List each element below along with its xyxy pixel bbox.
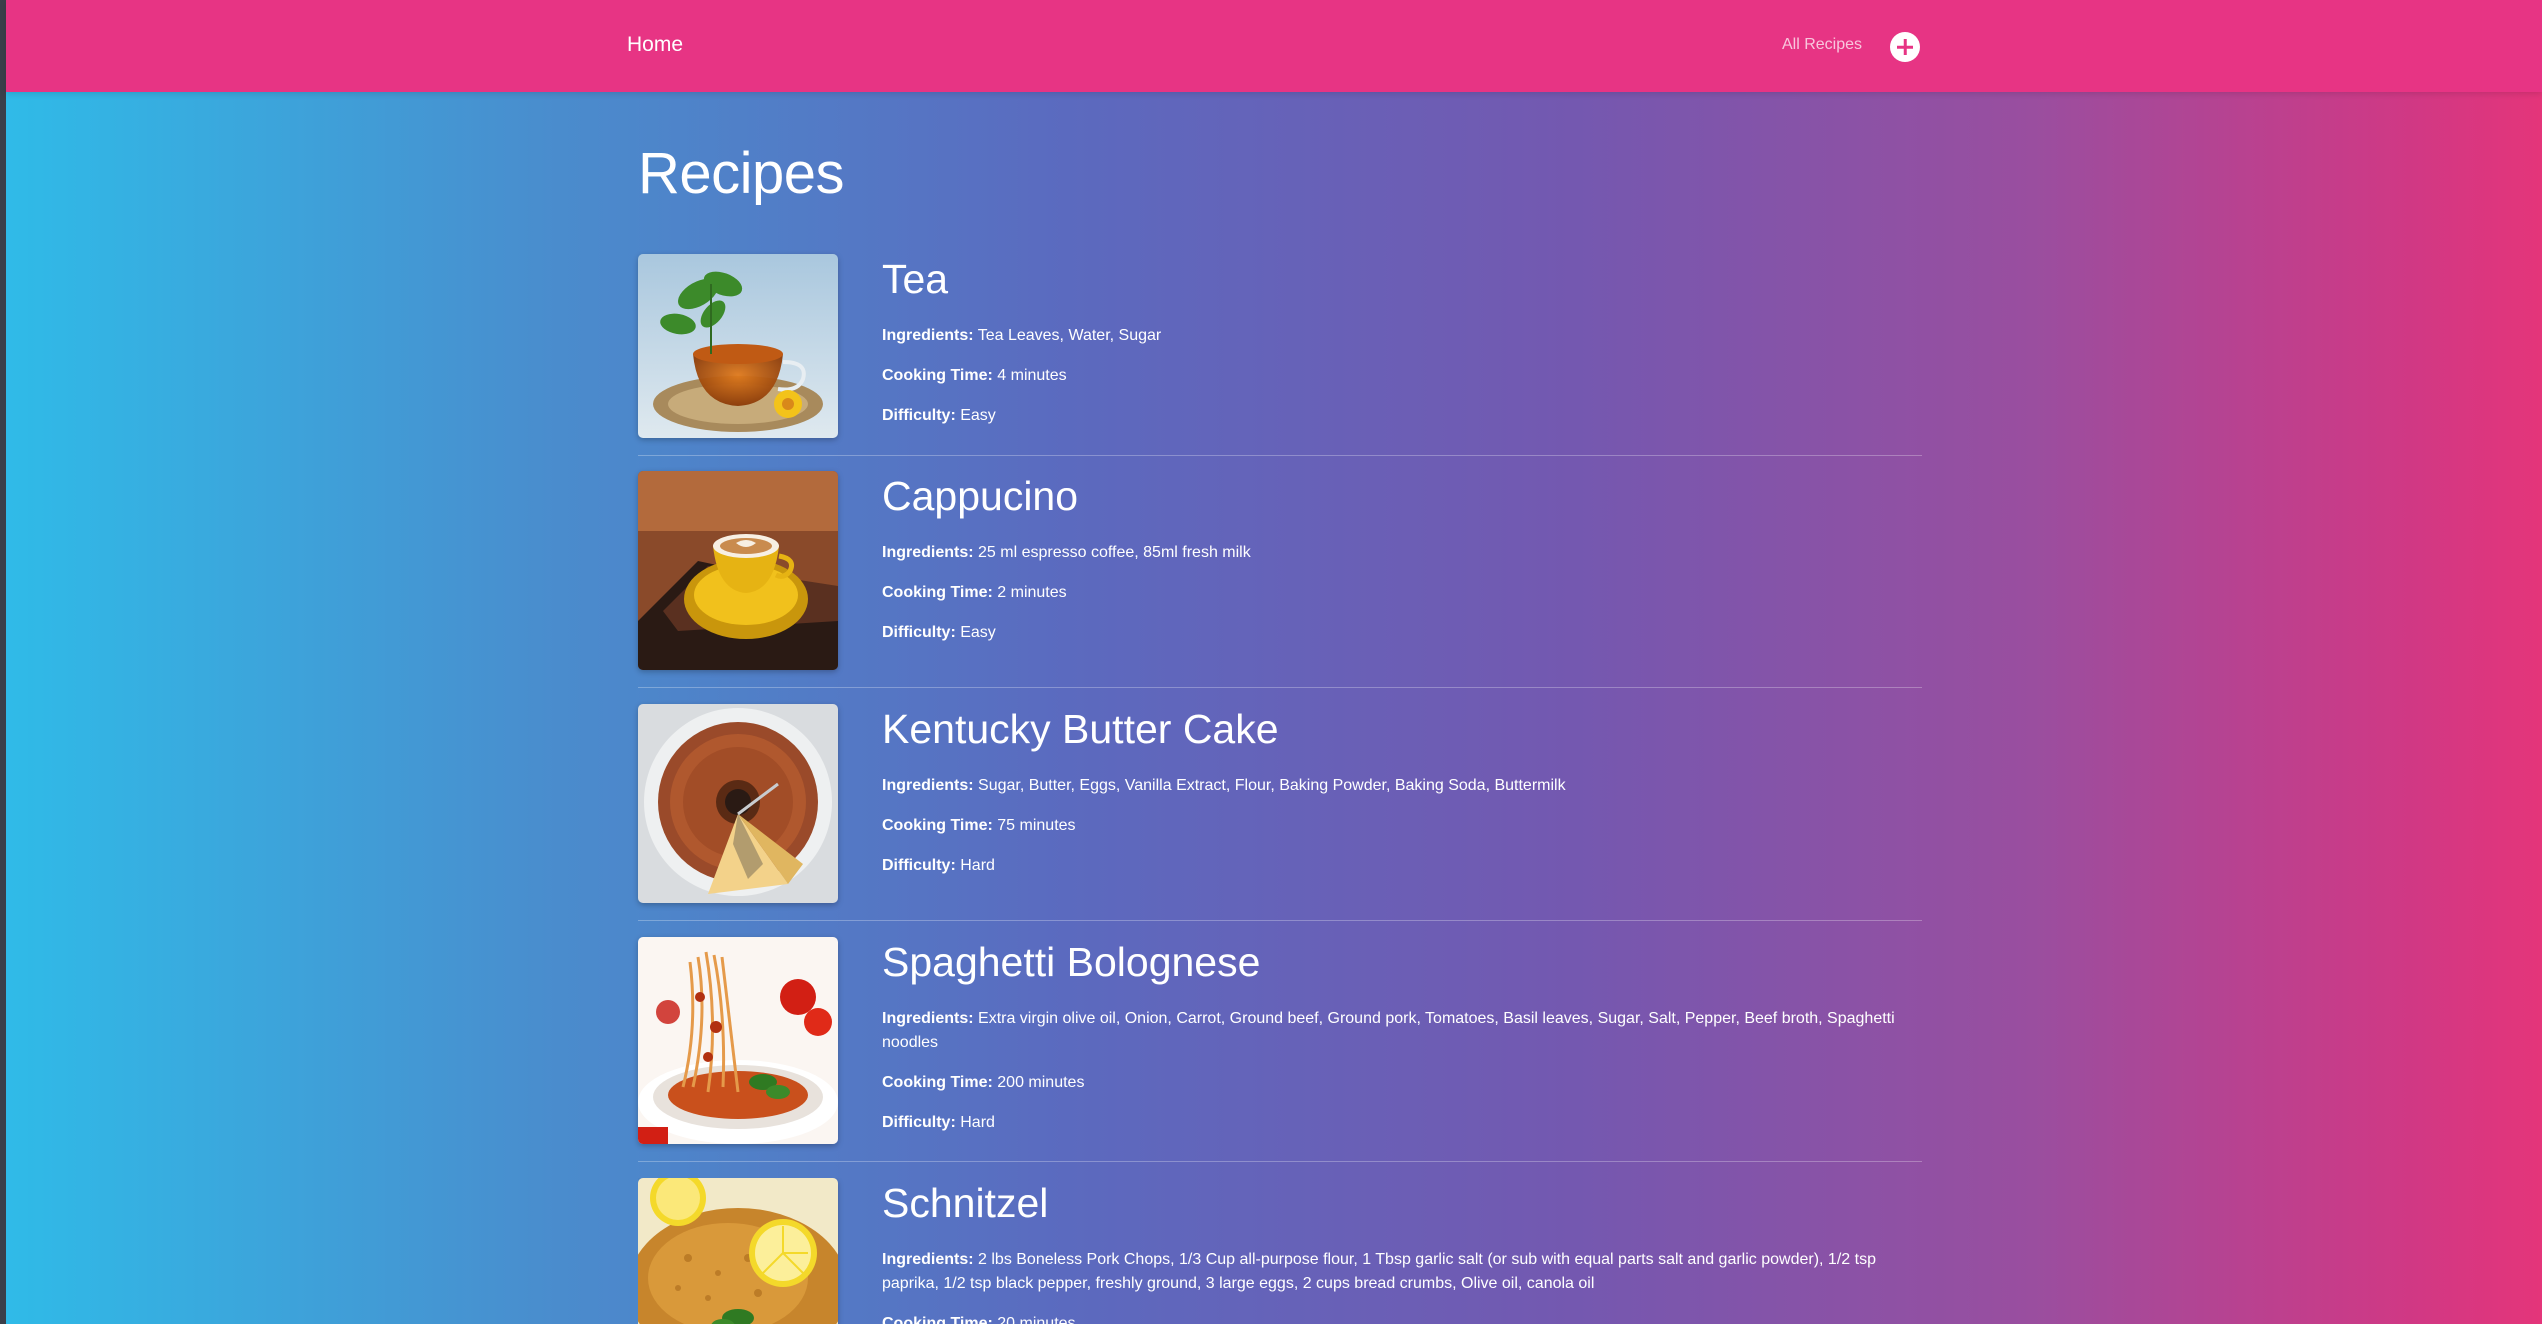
recipe-ingredients: Ingredients: 25 ml espresso coffee, 85ml… — [882, 541, 1912, 565]
cooking-time-value: 200 minutes — [997, 1074, 1085, 1091]
recipe-image-schnitzel[interactable] — [638, 1178, 838, 1324]
ingredients-label: Ingredients: — [882, 777, 974, 794]
recipe-difficulty: Difficulty: Easy — [882, 621, 1912, 645]
recipe-cooking-time: Cooking Time: 2 minutes — [882, 581, 1912, 605]
recipe-details-schnitzel: Schnitzel Ingredients: 2 lbs Boneless Po… — [882, 1178, 1912, 1324]
cooking-time-label: Cooking Time: — [882, 1074, 993, 1091]
recipe-cooking-time: Cooking Time: 75 minutes — [882, 814, 1912, 838]
recipe-title[interactable]: Spaghetti Bolognese — [882, 937, 1912, 987]
add-recipe-icon[interactable] — [1890, 32, 1920, 62]
cooking-time-label: Cooking Time: — [882, 367, 993, 384]
recipe-title[interactable]: Schnitzel — [882, 1178, 1912, 1228]
window-edge — [0, 0, 6, 1324]
recipe-difficulty: Difficulty: Hard — [882, 1111, 1912, 1135]
recipe-cooking-time: Cooking Time: 20 minutes — [882, 1312, 1912, 1324]
cooking-time-label: Cooking Time: — [882, 584, 993, 601]
cooking-time-value: 4 minutes — [997, 367, 1067, 384]
ingredients-label: Ingredients: — [882, 544, 974, 561]
ingredients-value: 25 ml espresso coffee, 85ml fresh milk — [978, 544, 1251, 561]
recipe-title[interactable]: Tea — [882, 254, 1912, 304]
recipe-details-cappucino: Cappucino Ingredients: 25 ml espresso co… — [882, 471, 1912, 661]
ingredients-label: Ingredients: — [882, 1251, 974, 1268]
recipe-divider — [638, 687, 1922, 688]
recipe-item-kentucky-butter-cake[interactable]: Kentucky Butter Cake Ingredients: Sugar,… — [638, 704, 1922, 921]
cooking-time-label: Cooking Time: — [882, 1315, 993, 1324]
difficulty-value: Hard — [960, 1114, 995, 1131]
recipe-cooking-time: Cooking Time: 4 minutes — [882, 364, 1912, 388]
tea-cup-image — [638, 254, 838, 438]
ingredients-value: Tea Leaves, Water, Sugar — [977, 327, 1162, 344]
schnitzel-image — [638, 1178, 838, 1324]
recipe-divider — [638, 920, 1922, 921]
ingredients-label: Ingredients: — [882, 327, 974, 344]
recipe-divider — [638, 1161, 1922, 1162]
cooking-time-label: Cooking Time: — [882, 817, 993, 834]
difficulty-value: Hard — [960, 857, 995, 874]
nav-home-link[interactable]: Home — [627, 33, 683, 57]
butter-cake-image — [638, 704, 838, 903]
recipe-ingredients: Ingredients: Extra virgin olive oil, Oni… — [882, 1007, 1912, 1055]
top-navbar: Home All Recipes — [6, 0, 2542, 92]
cappucino-cup-image — [638, 471, 838, 670]
recipe-cooking-time: Cooking Time: 200 minutes — [882, 1071, 1912, 1095]
recipe-image-kentucky-butter-cake[interactable] — [638, 704, 838, 903]
ingredients-value: 2 lbs Boneless Pork Chops, 1/3 Cup all-p… — [882, 1251, 1876, 1292]
recipe-title[interactable]: Kentucky Butter Cake — [882, 704, 1912, 754]
recipe-image-cappucino[interactable] — [638, 471, 838, 670]
recipe-details-spaghetti-bolognese: Spaghetti Bolognese Ingredients: Extra v… — [882, 937, 1912, 1151]
nav-all-recipes-link[interactable]: All Recipes — [1782, 36, 1862, 54]
recipe-title[interactable]: Cappucino — [882, 471, 1912, 521]
difficulty-value: Easy — [960, 407, 996, 424]
recipe-details-kentucky-butter-cake: Kentucky Butter Cake Ingredients: Sugar,… — [882, 704, 1912, 894]
difficulty-label: Difficulty: — [882, 1114, 956, 1131]
page-title: Recipes — [638, 141, 845, 206]
cooking-time-value: 75 minutes — [997, 817, 1076, 834]
difficulty-label: Difficulty: — [882, 624, 956, 641]
recipe-divider — [638, 455, 1922, 456]
recipe-details-tea: Tea Ingredients: Tea Leaves, Water, Suga… — [882, 254, 1912, 444]
recipe-ingredients: Ingredients: 2 lbs Boneless Pork Chops, … — [882, 1248, 1912, 1296]
cooking-time-value: 2 minutes — [997, 584, 1067, 601]
recipe-item-schnitzel[interactable]: Schnitzel Ingredients: 2 lbs Boneless Po… — [638, 1178, 1922, 1324]
recipe-ingredients: Ingredients: Sugar, Butter, Eggs, Vanill… — [882, 774, 1912, 798]
recipe-difficulty: Difficulty: Hard — [882, 854, 1912, 878]
recipe-item-spaghetti-bolognese[interactable]: Spaghetti Bolognese Ingredients: Extra v… — [638, 937, 1922, 1162]
recipe-difficulty: Difficulty: Easy — [882, 404, 1912, 428]
difficulty-label: Difficulty: — [882, 407, 956, 424]
cooking-time-value: 20 minutes — [997, 1315, 1076, 1324]
recipe-image-tea[interactable] — [638, 254, 838, 438]
ingredients-value: Extra virgin olive oil, Onion, Carrot, G… — [882, 1010, 1895, 1051]
ingredients-label: Ingredients: — [882, 1010, 974, 1027]
recipe-item-cappucino[interactable]: Cappucino Ingredients: 25 ml espresso co… — [638, 471, 1922, 688]
recipe-ingredients: Ingredients: Tea Leaves, Water, Sugar — [882, 324, 1912, 348]
recipe-item-tea[interactable]: Tea Ingredients: Tea Leaves, Water, Suga… — [638, 254, 1922, 456]
difficulty-value: Easy — [960, 624, 996, 641]
recipe-image-spaghetti-bolognese[interactable] — [638, 937, 838, 1144]
ingredients-value: Sugar, Butter, Eggs, Vanilla Extract, Fl… — [978, 777, 1566, 794]
spaghetti-image — [638, 937, 838, 1144]
difficulty-label: Difficulty: — [882, 857, 956, 874]
